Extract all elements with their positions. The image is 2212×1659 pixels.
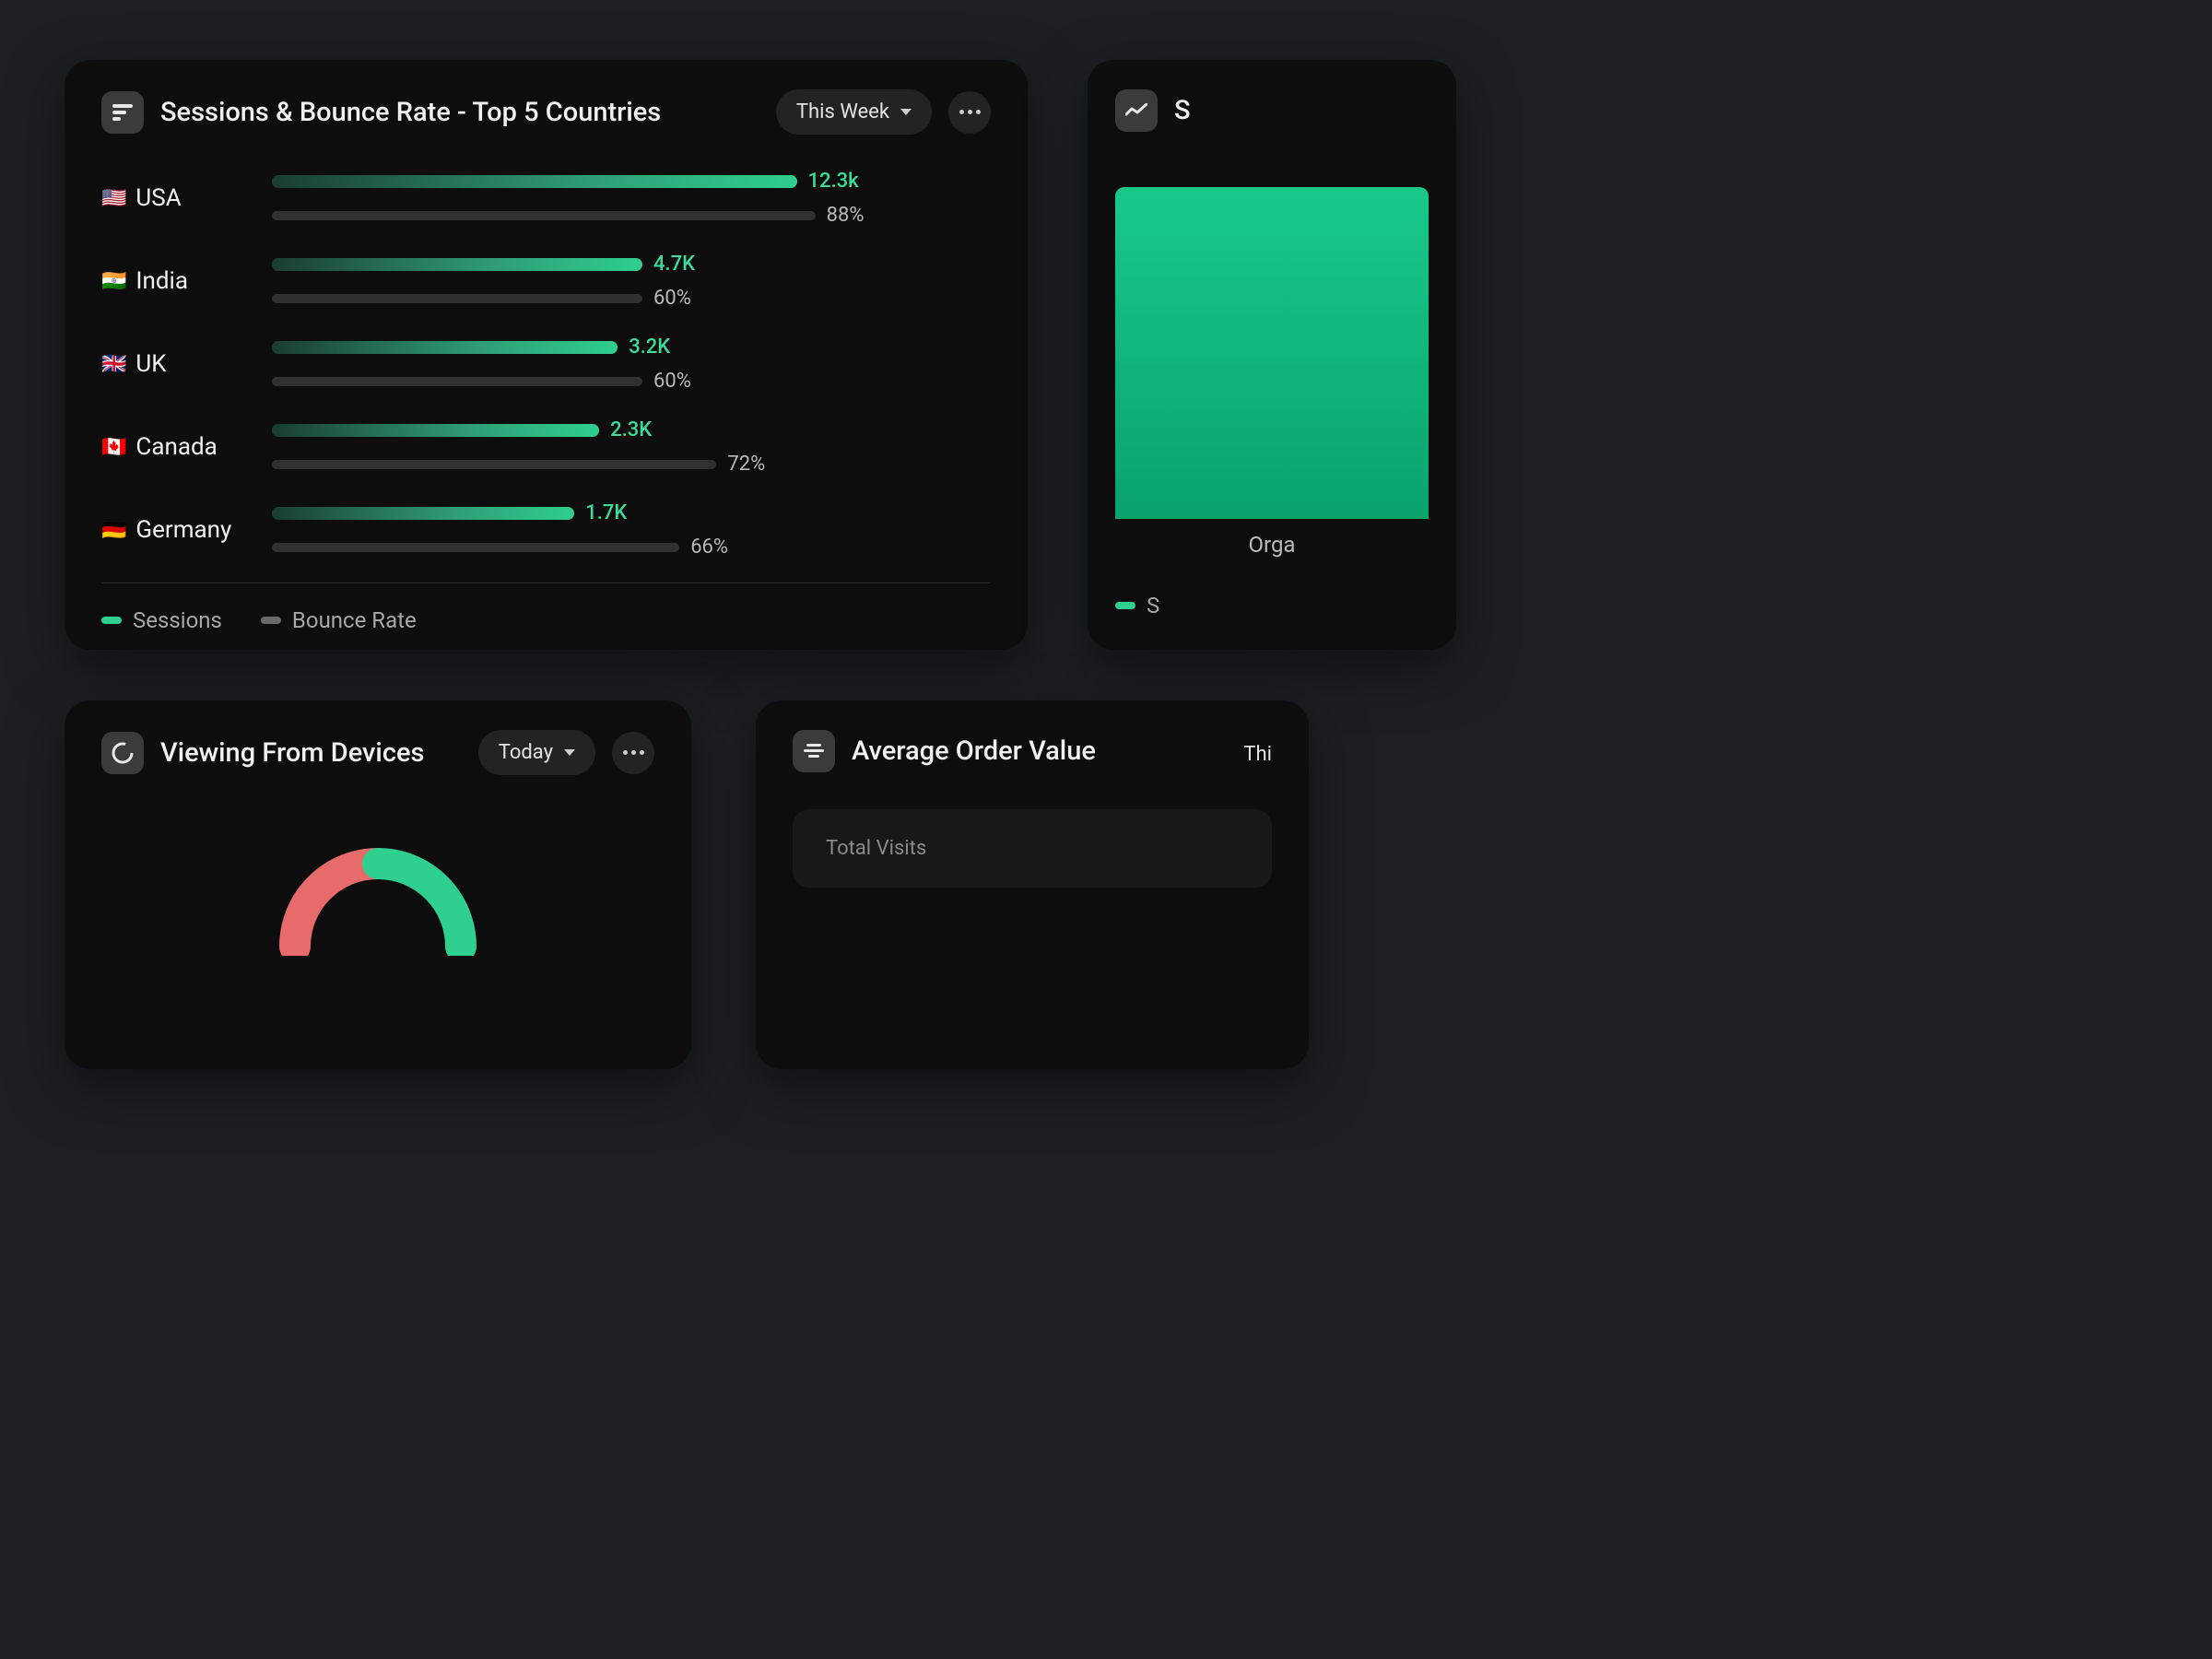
row-bars: 4.7K 60%: [272, 253, 991, 310]
dot-icon: [623, 750, 628, 755]
country-name: Germany: [135, 516, 231, 544]
flag-icon: 🇩🇪: [101, 519, 126, 542]
divider: [101, 582, 991, 583]
country-rows: 🇺🇸 USA 12.3k 88% 🇮🇳 India 4.7K 60% 🇬🇧 UK 3.2K 60% 🇨🇦…: [101, 170, 991, 559]
sessions-value: 4.7K: [653, 253, 695, 276]
bounce-bar: [272, 460, 716, 469]
devices-card: Viewing From Devices Today: [65, 700, 691, 1069]
row-bars: 12.3k 88%: [272, 170, 991, 227]
country-name: USA: [135, 184, 181, 212]
bounce-value: 88%: [827, 204, 865, 227]
card-header: S: [1115, 89, 1429, 132]
range-label: This Week: [796, 100, 889, 124]
chevron-down-icon: [564, 749, 575, 756]
flag-icon: 🇬🇧: [101, 353, 126, 376]
dot-icon: [968, 110, 972, 114]
country-row: 🇺🇸 USA 12.3k 88%: [101, 170, 991, 227]
aov-card: Average Order Value Thi Total Visits: [756, 700, 1309, 1069]
swatch-icon: [101, 617, 122, 624]
trend-line-icon: [1115, 89, 1158, 132]
more-button[interactable]: [948, 91, 991, 134]
country-name: UK: [135, 350, 166, 378]
x-axis-label: Orga: [1115, 532, 1429, 558]
country-row: 🇮🇳 India 4.7K 60%: [101, 253, 991, 310]
bounce-value: 60%: [653, 287, 691, 310]
card-header: Average Order Value: [793, 730, 1272, 772]
sessions-bar: [272, 258, 642, 271]
swatch-icon: [261, 617, 281, 624]
card-title: Sessions & Bounce Rate - Top 5 Countries: [160, 97, 759, 128]
legend: S: [1115, 593, 1429, 618]
sessions-value: 1.7K: [585, 501, 627, 524]
bounce-bar: [272, 377, 642, 386]
country-row: 🇩🇪 Germany 1.7K 66%: [101, 501, 991, 559]
sessions-bar: [272, 507, 574, 520]
sessions-bounce-card: Sessions & Bounce Rate - Top 5 Countries…: [65, 60, 1028, 650]
aov-inner-panel: Total Visits: [793, 809, 1272, 888]
dot-icon: [976, 110, 981, 114]
bounce-value: 60%: [653, 370, 691, 393]
card-header: Viewing From Devices Today: [101, 730, 654, 775]
legend-label: Bounce Rate: [292, 607, 417, 633]
filter-bars-icon: [101, 91, 144, 134]
sessions-bar: [272, 341, 618, 354]
swatch-icon: [1115, 602, 1135, 609]
row-bars: 2.3K 72%: [272, 418, 991, 476]
flag-icon: 🇺🇸: [101, 187, 126, 210]
card-header: Sessions & Bounce Rate - Top 5 Countries…: [101, 89, 991, 135]
country-row: 🇬🇧 UK 3.2K 60%: [101, 335, 991, 393]
range-selector[interactable]: This Week: [776, 89, 932, 135]
country-name: Canada: [135, 433, 217, 461]
bounce-value: 66%: [690, 535, 728, 559]
dot-icon: [959, 110, 964, 114]
dot-icon: [640, 750, 644, 755]
more-button[interactable]: [612, 732, 654, 774]
range-label[interactable]: Thi: [1243, 743, 1272, 766]
total-visits-label: Total Visits: [826, 837, 1239, 860]
bar-chart-stub: [1115, 187, 1429, 519]
legend-label: S: [1147, 593, 1159, 618]
card-title: S: [1174, 95, 1429, 126]
range-selector[interactable]: Today: [478, 730, 595, 775]
country-label: 🇨🇦 Canada: [101, 433, 272, 461]
flag-icon: 🇮🇳: [101, 270, 126, 293]
chevron-down-icon: [900, 109, 912, 115]
legend-label: Sessions: [133, 607, 222, 633]
legend: Sessions Bounce Rate: [101, 607, 991, 633]
card-title: Viewing From Devices: [160, 737, 462, 769]
card-title: Average Order Value: [852, 735, 1272, 767]
row-bars: 3.2K 60%: [272, 335, 991, 393]
legend-bounce: Bounce Rate: [261, 607, 417, 633]
sessions-bar: [272, 175, 797, 188]
spinner-icon: [101, 732, 144, 774]
donut-chart: [101, 808, 654, 956]
country-row: 🇨🇦 Canada 2.3K 72%: [101, 418, 991, 476]
sessions-bar: [272, 424, 599, 437]
bounce-bar: [272, 543, 679, 552]
dot-icon: [631, 750, 636, 755]
country-label: 🇬🇧 UK: [101, 350, 272, 378]
legend-sessions: Sessions: [101, 607, 222, 633]
country-name: India: [135, 267, 188, 295]
list-icon: [793, 730, 835, 772]
country-label: 🇮🇳 India: [101, 267, 272, 295]
country-label: 🇩🇪 Germany: [101, 516, 272, 544]
flag-icon: 🇨🇦: [101, 436, 126, 459]
country-label: 🇺🇸 USA: [101, 184, 272, 212]
row-bars: 1.7K 66%: [272, 501, 991, 559]
range-label: Today: [499, 741, 553, 764]
sessions-value: 12.3k: [808, 170, 859, 193]
right-partial-card: S 2 Orga S: [1088, 60, 1456, 650]
bounce-value: 72%: [727, 453, 765, 476]
sessions-value: 3.2K: [629, 335, 670, 359]
sessions-value: 2.3K: [610, 418, 652, 441]
bounce-bar: [272, 211, 816, 220]
bounce-bar: [272, 294, 642, 303]
